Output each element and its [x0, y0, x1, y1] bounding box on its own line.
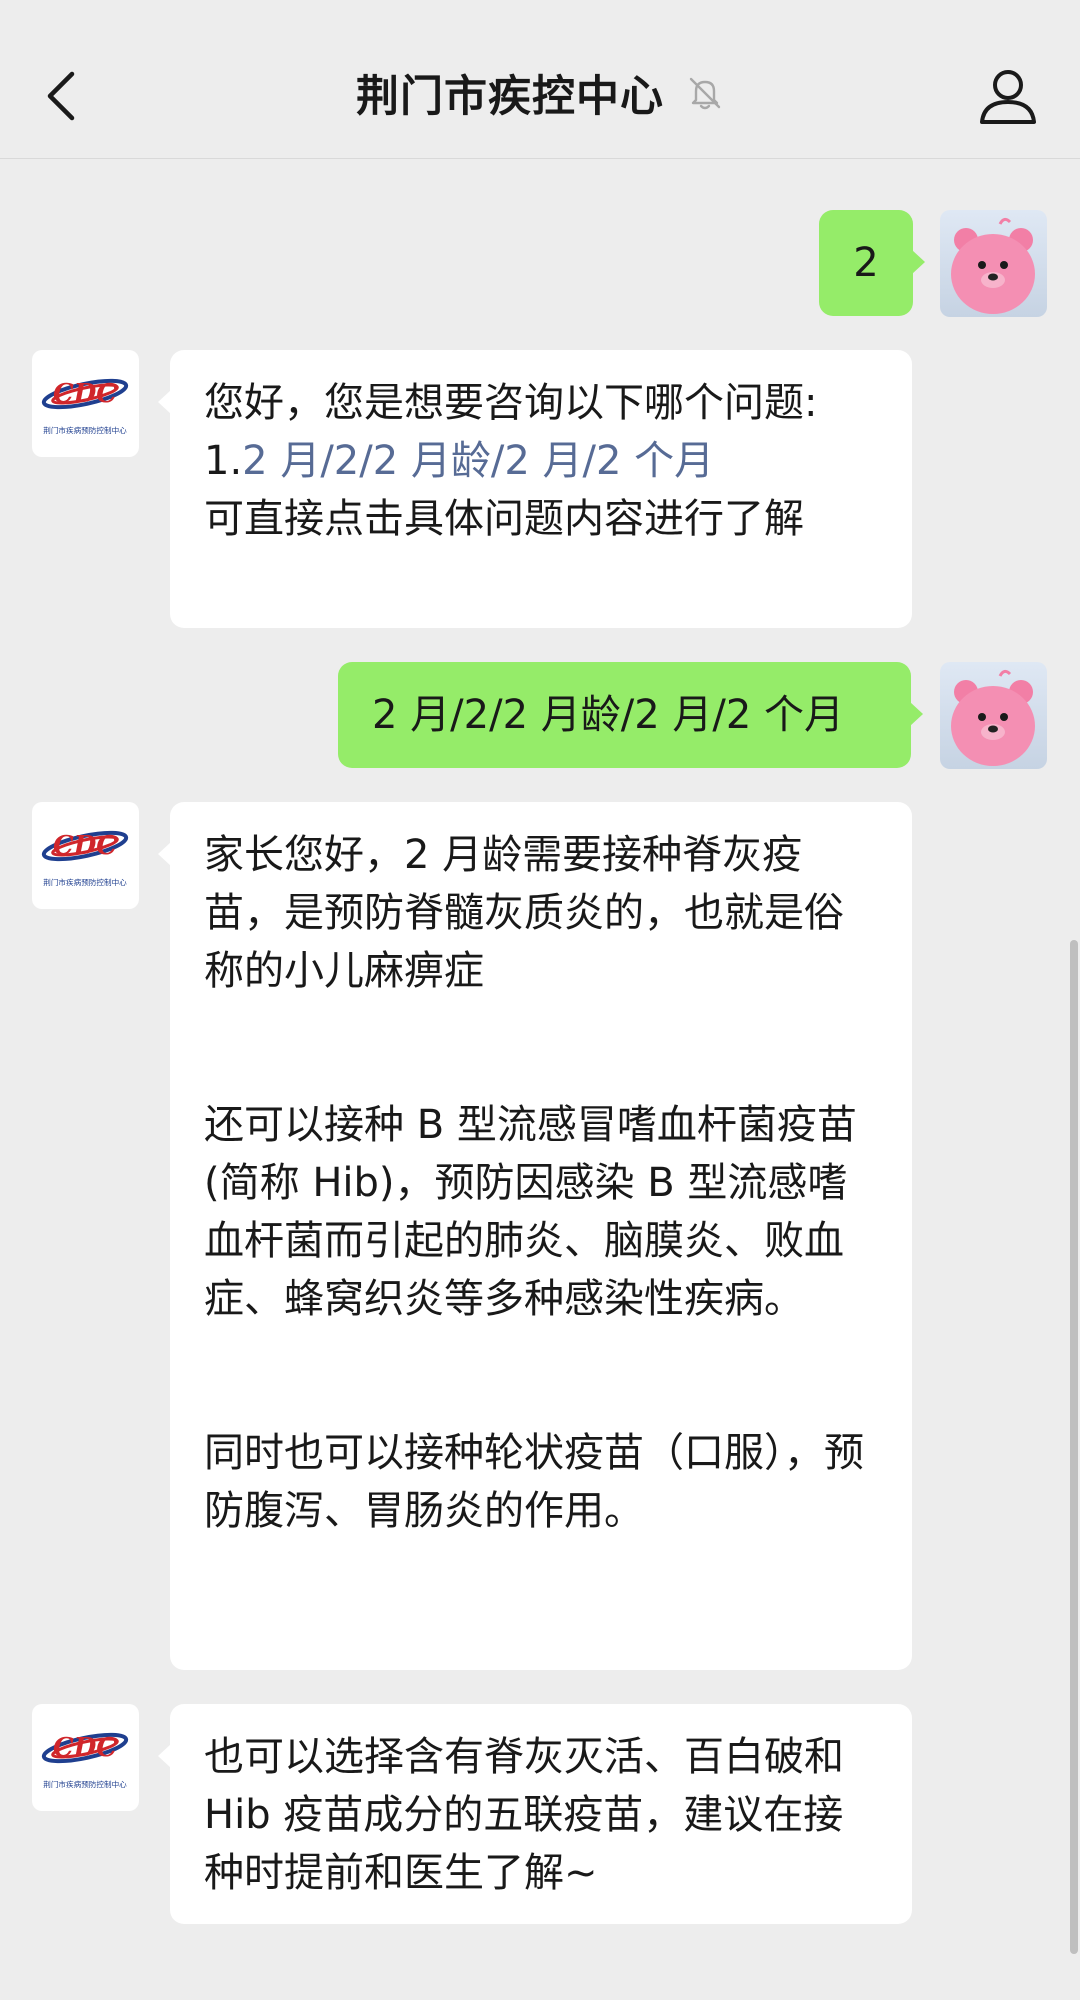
- message-paragraph: 同时也可以接种轮状疫苗（口服），预防腹泻、胃肠炎的作用。: [204, 1430, 864, 1534]
- message-text: 也可以选择含有脊灰灭活、百白破和 Hib 疫苗成分的五联疫苗，建议在接种时提前和…: [204, 1734, 857, 1896]
- option-link[interactable]: 2 月/2/2 月龄/2 月/2 个月: [242, 438, 714, 484]
- my-avatar[interactable]: [940, 662, 1047, 769]
- pink-bear-icon: [951, 669, 1035, 766]
- cdc-avatar[interactable]: CDC 荆门市疾病预防控制中心: [32, 802, 139, 909]
- bell-off-icon: [689, 77, 721, 110]
- chat-title: 荆门市疾控中心: [356, 72, 664, 122]
- cdc-avatar[interactable]: CDC 荆门市疾病预防控制中心: [32, 350, 139, 457]
- scrollbar[interactable]: [1070, 940, 1078, 1954]
- message-text: 2 月/2/2 月龄/2 月/2 个月: [372, 692, 845, 738]
- pink-bear-icon: [951, 217, 1035, 314]
- profile-button[interactable]: [976, 64, 1040, 128]
- cdc-logo-icon: CDC 荆门市疾病预防控制中心: [41, 1732, 129, 1789]
- cdc-logo-text: CDC: [53, 1733, 117, 1763]
- message-text: 2: [853, 240, 879, 286]
- option-line: 1.2 月/2/2 月龄/2 月/2 个月: [204, 432, 880, 490]
- incoming-message[interactable]: 您好，您是想要咨询以下哪个问题: 1.2 月/2/2 月龄/2 月/2 个月 可…: [158, 350, 912, 628]
- cdc-logo-icon: CDC 荆门市疾病预防控制中心: [41, 378, 129, 435]
- cdc-avatar[interactable]: CDC 荆门市疾病预防控制中心: [32, 1704, 139, 1811]
- cdc-logo-text: CDC: [53, 831, 117, 861]
- message-paragraph: 还可以接种 B 型流感冒嗜血杆菌疫苗(简称 Hib)，预防因感染 B 型流感嗜血…: [204, 1102, 857, 1322]
- cdc-logo-caption: 荆门市疾病预防控制中心: [43, 1779, 127, 1789]
- cdc-logo-icon: CDC 荆门市疾病预防控制中心: [41, 830, 129, 887]
- message-text: 可直接点击具体问题内容进行了解: [204, 496, 804, 542]
- my-avatar[interactable]: [940, 210, 1047, 317]
- message-paragraph: 家长您好，2 月龄需要接种脊灰疫苗，是预防脊髓灰质炎的，也就是俗称的小儿麻痹症: [204, 832, 844, 994]
- cdc-logo-caption: 荆门市疾病预防控制中心: [43, 425, 127, 435]
- incoming-message[interactable]: 也可以选择含有脊灰灭活、百白破和 Hib 疫苗成分的五联疫苗，建议在接种时提前和…: [158, 1704, 912, 1924]
- cdc-logo-text: CDC: [53, 379, 117, 409]
- chat-header: 荆门市疾控中心: [0, 0, 1080, 159]
- cdc-logo-caption: 荆门市疾病预防控制中心: [43, 877, 127, 887]
- outgoing-message[interactable]: 2: [819, 210, 925, 316]
- incoming-message[interactable]: 家长您好，2 月龄需要接种脊灰疫苗，是预防脊髓灰质炎的，也就是俗称的小儿麻痹症 …: [158, 802, 912, 1670]
- message-text: 您好，您是想要咨询以下哪个问题:: [204, 380, 818, 426]
- outgoing-message[interactable]: 2 月/2/2 月龄/2 月/2 个月: [338, 662, 923, 768]
- person-icon: [980, 70, 1036, 124]
- option-number: 1.: [204, 438, 243, 484]
